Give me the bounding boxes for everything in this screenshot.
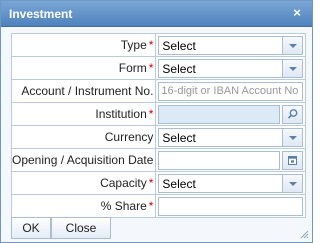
close-icon[interactable]: × xyxy=(290,5,304,21)
form-row: Form * Select xyxy=(10,56,307,80)
institution-required-mark: * xyxy=(148,107,154,121)
share-label: % Share xyxy=(100,199,147,213)
account-field-cell: 16-digit or IBAN Account No xyxy=(155,79,307,103)
opening-date-field-cell xyxy=(155,148,307,172)
institution-search-button[interactable] xyxy=(282,104,304,124)
dialog-title: Investment xyxy=(9,7,73,21)
currency-select-value: Select xyxy=(162,130,196,145)
ok-button[interactable]: OK xyxy=(11,217,51,239)
form-select[interactable]: Select xyxy=(158,58,304,78)
type-select[interactable]: Select xyxy=(158,35,304,55)
type-label: Type xyxy=(120,38,147,52)
capacity-label-cell: Capacity * xyxy=(10,171,157,195)
share-required-mark: * xyxy=(148,199,154,213)
search-icon xyxy=(288,108,298,119)
institution-label-cell: Institution * xyxy=(10,102,157,126)
capacity-row: Capacity * Select xyxy=(10,171,307,195)
share-label-cell: % Share * xyxy=(10,194,157,218)
account-row: Account / Instrument No. 16-digit or IBA… xyxy=(10,79,307,103)
account-input[interactable]: 16-digit or IBAN Account No xyxy=(158,81,304,101)
form-label: Form xyxy=(118,61,147,75)
opening-date-input[interactable] xyxy=(158,150,281,170)
chevron-down-icon[interactable] xyxy=(282,36,303,54)
currency-select[interactable]: Select xyxy=(158,127,304,147)
type-label-cell: Type * xyxy=(10,33,157,57)
capacity-select[interactable]: Select xyxy=(158,173,304,193)
institution-lookup xyxy=(158,104,304,124)
share-input[interactable] xyxy=(158,196,304,216)
account-label-cell: Account / Instrument No. xyxy=(10,79,157,103)
form-label-cell: Form * xyxy=(10,56,157,80)
currency-label-cell: Currency xyxy=(10,125,157,149)
institution-input[interactable] xyxy=(158,104,281,124)
opening-date-picker xyxy=(158,150,304,170)
institution-label: Institution xyxy=(95,107,147,121)
calendar-icon xyxy=(288,155,298,165)
investment-form: Type * Select Form * Select Account / In… xyxy=(10,33,307,218)
form-field-cell: Select xyxy=(155,56,307,80)
currency-label: Currency xyxy=(104,130,154,144)
form-required-mark: * xyxy=(148,61,154,75)
type-select-value: Select xyxy=(162,38,196,53)
capacity-label: Capacity xyxy=(100,176,147,190)
opening-date-row: Opening / Acquisition Date xyxy=(10,148,307,172)
opening-date-label: Opening / Acquisition Date xyxy=(12,153,154,167)
calendar-button[interactable] xyxy=(282,150,304,170)
type-field-cell: Select xyxy=(155,33,307,57)
opening-date-label-cell: Opening / Acquisition Date xyxy=(10,148,157,172)
form-select-value: Select xyxy=(162,61,196,76)
type-required-mark: * xyxy=(148,38,154,52)
share-field-cell xyxy=(155,194,307,218)
capacity-field-cell: Select xyxy=(155,171,307,195)
investment-dialog: Investment × Type* Select Form* Select xyxy=(0,0,313,243)
capacity-required-mark: * xyxy=(148,176,154,190)
share-row: % Share * xyxy=(10,194,307,218)
resize-grip-icon[interactable] xyxy=(299,229,309,239)
capacity-select-value: Select xyxy=(162,176,196,191)
currency-row: Currency Select xyxy=(10,125,307,149)
chevron-down-icon[interactable] xyxy=(282,59,303,77)
institution-row: Institution * xyxy=(10,102,307,126)
type-row: Type * Select xyxy=(10,33,307,57)
chevron-down-icon[interactable] xyxy=(282,174,303,192)
account-label: Account / Instrument No. xyxy=(21,84,154,98)
institution-field-cell xyxy=(155,102,307,126)
chevron-down-icon[interactable] xyxy=(282,128,303,146)
currency-field-cell: Select xyxy=(155,125,307,149)
dialog-titlebar[interactable]: Investment × xyxy=(1,1,312,27)
close-button[interactable]: Close xyxy=(51,217,111,239)
